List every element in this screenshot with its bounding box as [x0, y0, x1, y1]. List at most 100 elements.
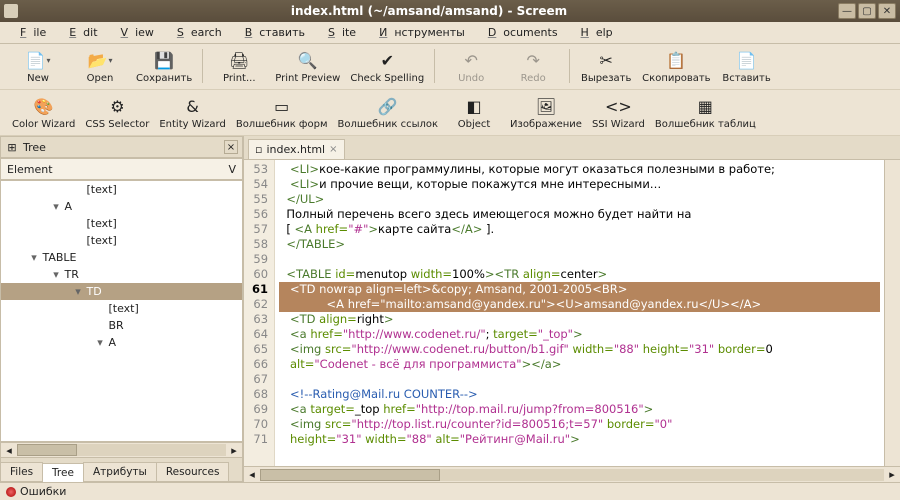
app-icon	[4, 4, 18, 18]
tb-вставить[interactable]: 📄Вставить	[717, 47, 777, 86]
вставить-icon: 📄	[736, 49, 758, 71]
tb-object[interactable]: ◧Object	[444, 93, 504, 132]
scroll-thumb[interactable]	[17, 444, 77, 456]
left-tab-files[interactable]: Files	[0, 462, 43, 481]
scroll-left-icon[interactable]: ◂	[1, 444, 17, 457]
menu-file[interactable]: File	[6, 24, 53, 41]
toolbar-main: 📄▾New📂▾Open💾Сохранить 🖨Print...🔍Print Pre…	[0, 44, 900, 90]
code-line-68[interactable]: <!--Rating@Mail.ru COUNTER-->	[279, 387, 880, 402]
menu-documents[interactable]: Documents	[474, 24, 565, 41]
element-header: Element V	[0, 158, 243, 180]
scroll-right-icon[interactable]: ▸	[884, 468, 900, 481]
maximize-button[interactable]: ▢	[858, 3, 876, 19]
tb-скопировать[interactable]: 📋Скопировать	[638, 47, 714, 86]
minimize-button[interactable]: —	[838, 3, 856, 19]
tree-panel-label: Tree	[23, 141, 46, 154]
menu-search[interactable]: Search	[163, 24, 229, 41]
tree-node-a[interactable]: ▾ A	[1, 198, 242, 215]
tb-check-spelling[interactable]: ✔Check Spelling	[346, 47, 428, 86]
tb-css-selector[interactable]: ⚙CSS Selector	[81, 93, 153, 132]
tb-print-preview[interactable]: 🔍Print Preview	[271, 47, 344, 86]
scroll-thumb[interactable]	[260, 469, 440, 481]
print...-icon: 🖨	[228, 49, 250, 71]
menu-view[interactable]: View	[107, 24, 161, 41]
print preview-icon: 🔍	[297, 49, 319, 71]
скопировать-icon: 📋	[665, 49, 687, 71]
tree-node-text[interactable]: [text]	[1, 215, 242, 232]
code-line-64[interactable]: <a href="http://www.codenet.ru/"; target…	[279, 327, 880, 342]
scroll-left-icon[interactable]: ◂	[244, 468, 260, 481]
tree-panel-close[interactable]: ×	[224, 140, 238, 154]
tb-ssi-wizard[interactable]: <>SSI Wizard	[588, 93, 649, 132]
menu-edit[interactable]: Edit	[55, 24, 104, 41]
code-editor[interactable]: 53545556575859606162636465666768697071 <…	[244, 160, 900, 466]
code-line-58[interactable]: </TABLE>	[279, 237, 880, 252]
tb-print-[interactable]: 🖨Print...	[209, 47, 269, 86]
left-tab-атрибуты[interactable]: Атрибуты	[83, 462, 157, 481]
left-tab-tree[interactable]: Tree	[42, 463, 84, 482]
object-icon: ◧	[463, 95, 485, 117]
code-line-63[interactable]: <TD align=right>	[279, 312, 880, 327]
tree-node-text[interactable]: [text]	[1, 181, 242, 198]
tree-node-a[interactable]: ▾ A	[1, 334, 242, 351]
editor-hscroll[interactable]: ◂ ▸	[244, 466, 900, 482]
code-line-54[interactable]: <LI>и прочие вещи, которые покажутся мне…	[279, 177, 880, 192]
tb-entity-wizard[interactable]: &Entity Wizard	[155, 93, 229, 132]
волшебник ссылок-icon: 🔗	[377, 95, 399, 117]
tb-open[interactable]: 📂▾Open	[70, 47, 130, 86]
file-tab-index[interactable]: ▫ index.html ×	[248, 139, 345, 159]
editor-vscroll[interactable]	[884, 160, 900, 466]
tree-icon: ⊞	[5, 140, 19, 154]
menu-help[interactable]: Help	[567, 24, 620, 41]
window-title: index.html (~/amsand/amsand) - Screem	[22, 4, 836, 18]
scroll-right-icon[interactable]: ▸	[226, 444, 242, 457]
color wizard-icon: 🎨	[33, 95, 55, 117]
code-line-70[interactable]: <img src="http://top.list.ru/counter?id=…	[279, 417, 880, 432]
code-line-62[interactable]: <A href="mailto:amsand@yandex.ru"><U>ams…	[279, 297, 880, 312]
redo-icon: ↷	[522, 49, 544, 71]
code-line-56[interactable]: Полный перечень всего здесь имеющегося м…	[279, 207, 880, 222]
code-line-69[interactable]: <a target=_top href="http://top.mail.ru/…	[279, 402, 880, 417]
status-label: Ошибки	[20, 485, 66, 498]
menu-вставить[interactable]: Вставить	[231, 24, 312, 41]
code-line-61[interactable]: <TD nowrap align=left>&copy; Amsand, 200…	[279, 282, 880, 297]
tree-panel-title: ⊞ Tree ×	[0, 136, 243, 158]
close-button[interactable]: ✕	[878, 3, 896, 19]
tb-волшебник-форм[interactable]: ▭Волшебник форм	[232, 93, 332, 132]
tree-node-table[interactable]: ▾ TABLE	[1, 249, 242, 266]
tb-сохранить[interactable]: 💾Сохранить	[132, 47, 196, 86]
tb-волшебник-таблиц[interactable]: ▦Волшебник таблиц	[651, 93, 760, 132]
code-line-66[interactable]: alt="Codenet - всё для программиста"></a…	[279, 357, 880, 372]
close-icon[interactable]: ×	[329, 144, 337, 155]
code-line-65[interactable]: <img src="http://www.codenet.ru/button/b…	[279, 342, 880, 357]
open-icon: 📂▾	[89, 49, 111, 71]
dom-tree[interactable]: [text]▾ A [text] [text]▾ TABLE▾ TR▾ TD […	[0, 180, 243, 442]
tree-node-td[interactable]: ▾ TD	[1, 283, 242, 300]
tb-волшебник-ссылок[interactable]: 🔗Волшебник ссылок	[333, 93, 442, 132]
изображение-icon: 🖼	[535, 95, 557, 117]
code-line-60[interactable]: <TABLE id=menutop width=100%><TR align=c…	[279, 267, 880, 282]
code-line-57[interactable]: [ <A href="#">карте сайта</A> ].	[279, 222, 880, 237]
tb-undo: ↶Undo	[441, 47, 501, 86]
code-line-55[interactable]: </UL>	[279, 192, 880, 207]
tb-new[interactable]: 📄▾New	[8, 47, 68, 86]
left-tab-resources[interactable]: Resources	[156, 462, 230, 481]
tree-node-tr[interactable]: ▾ TR	[1, 266, 242, 283]
tree-node-text[interactable]: [text]	[1, 232, 242, 249]
file-tabs: ▫ index.html ×	[244, 136, 900, 160]
tb-вырезать[interactable]: ✂Вырезать	[576, 47, 636, 86]
tree-node-text[interactable]: [text]	[1, 300, 242, 317]
left-panel: ⊞ Tree × Element V [text]▾ A [text] [tex…	[0, 136, 244, 482]
menu-site[interactable]: Site	[314, 24, 363, 41]
code-line-71[interactable]: height="31" width="88" alt="Рейтинг@Mail…	[279, 432, 880, 447]
tree-node-br[interactable]: BR	[1, 317, 242, 334]
tree-hscroll[interactable]: ◂ ▸	[0, 442, 243, 458]
code-line-67[interactable]	[279, 372, 880, 387]
code-area[interactable]: <LI>кое-какие программулины, которые мог…	[275, 160, 884, 466]
tb-изображение[interactable]: 🖼Изображение	[506, 93, 586, 132]
tb-color-wizard[interactable]: 🎨Color Wizard	[8, 93, 79, 132]
status-bar: Ошибки	[0, 482, 900, 500]
code-line-59[interactable]	[279, 252, 880, 267]
menu-инструменты[interactable]: Инструменты	[365, 24, 472, 41]
code-line-53[interactable]: <LI>кое-какие программулины, которые мог…	[279, 162, 880, 177]
